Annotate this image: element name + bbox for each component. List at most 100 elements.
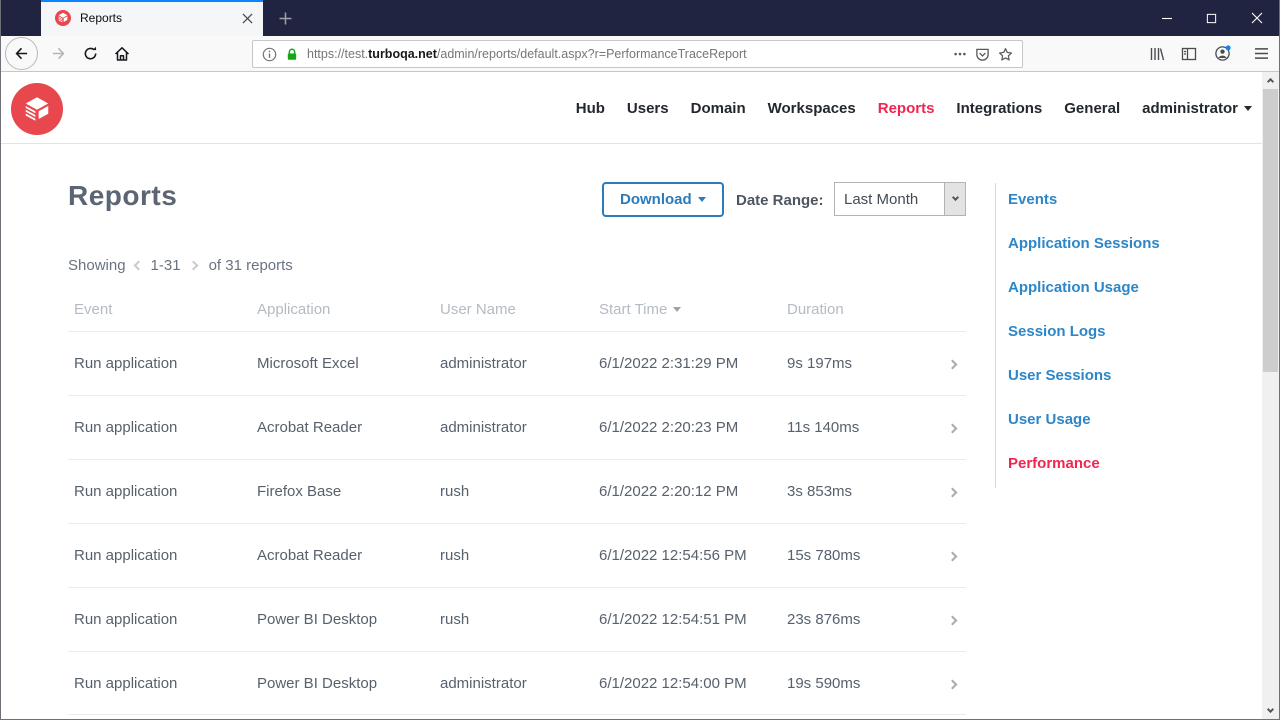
cell-duration: 23s 876ms [787,611,861,628]
site-header: Hub Users Domain Workspaces Reports Inte… [1,72,1264,144]
cell-application: Firefox Base [257,483,342,500]
bookmark-star-icon[interactable] [998,47,1013,62]
report-link-events[interactable]: Events [1008,191,1057,208]
col-event[interactable]: Event [74,301,257,318]
user-menu[interactable]: administrator [1142,100,1252,117]
window-close-button[interactable] [1234,0,1279,36]
cell-start: 6/1/2022 12:54:00 PM [599,674,747,692]
nav-item-general[interactable]: General [1064,100,1120,117]
table-row[interactable]: Run application Firefox Base rush 6/1/20… [68,459,966,523]
nav-item-reports[interactable]: Reports [878,100,935,117]
report-link-application-usage[interactable]: Application Usage [1008,279,1139,296]
showing-label: Showing [68,257,126,274]
cell-event: Run application [74,611,178,628]
col-application[interactable]: Application [257,301,440,318]
cell-application: Power BI Desktop [257,611,378,628]
https-lock-icon[interactable] [285,47,299,62]
cell-application: Microsoft Excel [257,355,359,372]
pagination: Showing 1-31 of 31 reports [68,257,293,274]
cell-start: 6/1/2022 2:20:12 PM [599,483,739,500]
cell-event: Run application [74,355,178,372]
table-row[interactable]: Run application Acrobat Reader administr… [68,395,966,459]
cell-event: Run application [74,547,178,564]
report-link-user-usage[interactable]: User Usage [1008,411,1091,428]
scroll-down-icon[interactable] [1262,704,1279,719]
row-detail-chevron-icon[interactable] [947,483,966,500]
col-duration[interactable]: Duration [787,301,936,318]
cell-duration: 9s 197ms [787,355,853,372]
cell-duration: 11s 140ms [787,419,860,436]
date-range-select[interactable]: Last Month [834,182,966,216]
report-link-performance[interactable]: Performance [1008,455,1100,472]
turbo-logo[interactable] [11,83,63,135]
table-row[interactable]: Run application Power BI Desktop rush 6/… [68,587,966,651]
caret-down-icon [697,197,706,202]
cell-start: 6/1/2022 2:31:29 PM [599,355,739,372]
page-actions-icon[interactable] [953,47,967,61]
page-range: 1-31 [150,257,181,274]
tab-favicon-turbo-icon [55,10,71,26]
nav-item-integrations[interactable]: Integrations [956,100,1042,117]
browser-tab-reports[interactable]: Reports [41,0,263,36]
download-button-label: Download [620,191,692,208]
tab-close-icon[interactable] [242,12,253,24]
report-link-user-sessions[interactable]: User Sessions [1008,367,1111,384]
col-user-name[interactable]: User Name [440,301,599,318]
row-detail-chevron-icon[interactable] [947,419,966,436]
report-link-session-logs[interactable]: Session Logs [1008,323,1106,340]
cell-event: Run application [74,419,178,436]
url-bar[interactable]: https://test.turboqa.net/admin/reports/d… [252,40,1023,68]
pocket-icon[interactable] [975,47,990,62]
scroll-up-icon[interactable] [1262,72,1279,87]
col-start-time[interactable]: Start Time [599,301,787,318]
window-maximize-button[interactable] [1189,0,1234,36]
new-tab-button[interactable] [271,4,299,32]
select-arrow [944,183,965,215]
account-icon[interactable] [1207,36,1237,71]
forward-button[interactable] [43,36,73,71]
browser-window: Reports https://test.turboqa.net/admin/r… [0,0,1280,720]
nav-item-users[interactable]: Users [627,100,669,117]
sidebar-toggle-icon[interactable] [1174,36,1204,71]
next-page-icon[interactable] [188,260,199,271]
cell-application: Acrobat Reader [257,547,363,564]
row-detail-chevron-icon[interactable] [947,675,966,692]
table-header-row: Event Application User Name Start Time D… [68,287,966,331]
cell-start: 6/1/2022 12:54:56 PM [599,547,747,564]
date-range-label: Date Range: [736,192,824,209]
table-row[interactable]: Run application Power BI Desktop adminis… [68,651,966,715]
table-row[interactable]: Run application Acrobat Reader rush 6/1/… [68,523,966,587]
page-info-icon[interactable] [262,47,277,62]
col-start-time-label: Start Time [599,300,668,318]
report-link-application-sessions[interactable]: Application Sessions [1008,235,1160,252]
back-button[interactable] [5,37,38,70]
menu-hamburger-icon[interactable] [1246,36,1276,71]
cell-application: Power BI Desktop [257,674,378,692]
row-detail-chevron-icon[interactable] [947,611,966,628]
cell-user: administrator [440,419,527,436]
cell-user: administrator [440,674,527,692]
cell-user: rush [440,611,470,628]
caret-down-icon [1244,105,1252,111]
row-detail-chevron-icon[interactable] [947,355,966,372]
home-button[interactable] [107,36,137,71]
table-row[interactable]: Run application Microsoft Excel administ… [68,331,966,395]
nav-item-workspaces[interactable]: Workspaces [768,100,856,117]
row-detail-chevron-icon[interactable] [947,547,966,564]
reload-button[interactable] [75,36,105,71]
chevron-down-icon [951,193,959,201]
nav-item-domain[interactable]: Domain [691,100,746,117]
cell-start: 6/1/2022 2:20:23 PM [599,419,739,436]
date-range-value: Last Month [844,190,919,208]
vertical-scrollbar[interactable] [1262,72,1279,719]
scrollbar-thumb[interactable] [1263,89,1278,372]
nav-item-hub[interactable]: Hub [576,100,605,117]
cell-start: 6/1/2022 12:54:51 PM [599,611,747,628]
window-minimize-button[interactable] [1144,0,1189,36]
library-icon[interactable] [1142,36,1172,71]
browser-toolbar: https://test.turboqa.net/admin/reports/d… [1,36,1279,72]
download-button[interactable]: Download [602,182,724,217]
cell-user: rush [440,547,470,564]
cell-event: Run application [74,483,178,500]
prev-page-icon[interactable] [133,260,143,271]
